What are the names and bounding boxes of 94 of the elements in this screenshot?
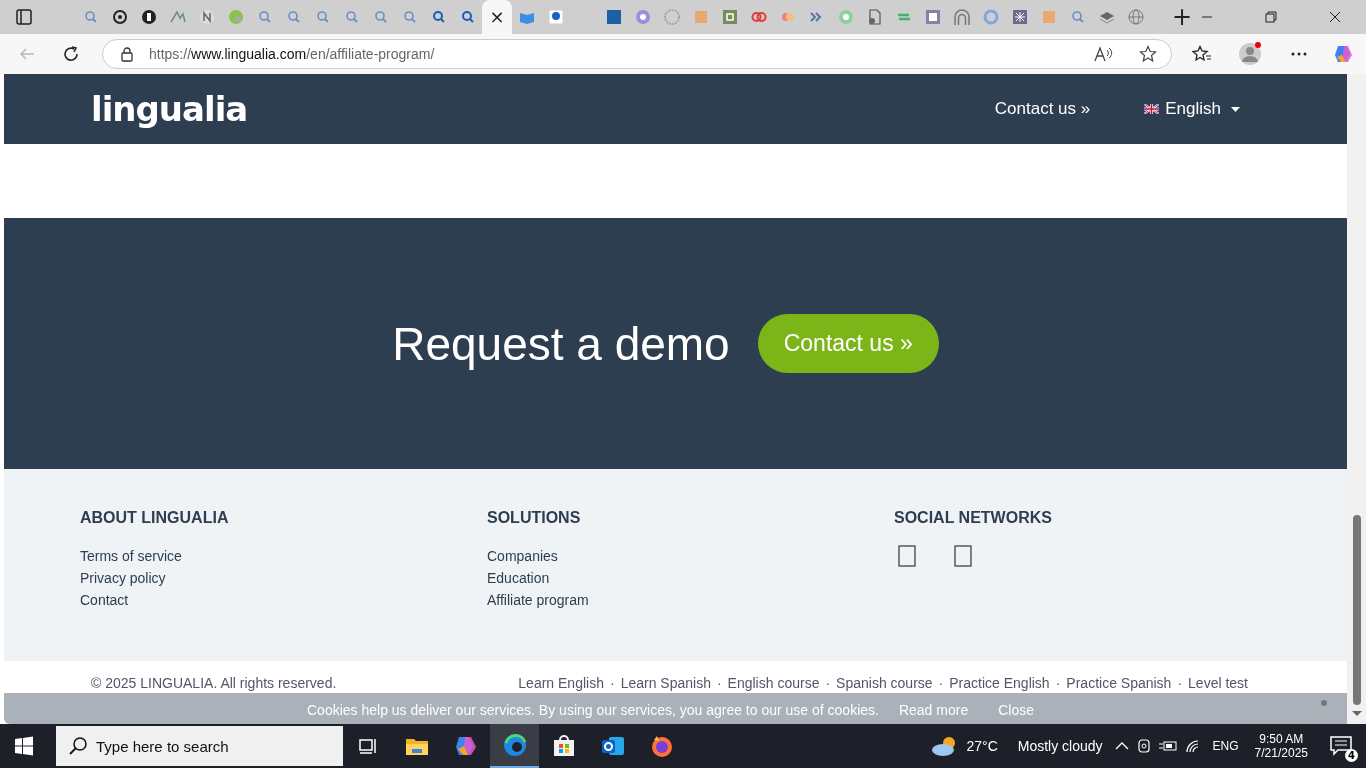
fox-browser-icon[interactable] (649, 734, 674, 758)
separator-dot: · (1177, 675, 1183, 691)
mail-icon[interactable] (600, 734, 625, 758)
dot-icon (1321, 700, 1327, 706)
footer-link[interactable]: Practice English (949, 675, 1050, 691)
footer-link[interactable]: Level test (1188, 675, 1248, 691)
search-icon (459, 9, 476, 25)
square-icon (1040, 9, 1057, 25)
footer-heading: SOCIAL NETWORKS (894, 509, 1053, 527)
footer-link[interactable]: English course (727, 675, 820, 691)
new-tab-button[interactable]: + (1172, 5, 1193, 29)
windows-start-icon[interactable] (14, 736, 34, 756)
site-logo[interactable]: lingualia (91, 92, 248, 126)
folder-icon[interactable] (404, 736, 429, 756)
search-icon (285, 9, 302, 25)
clock-time[interactable]: 9:50 AM (1259, 732, 1304, 746)
search-icon (372, 9, 389, 25)
browser-icon[interactable] (502, 733, 527, 757)
caret-icon (1231, 106, 1240, 112)
profile-avatar-icon[interactable] (1238, 42, 1262, 66)
weather-text[interactable]: Mostly cloudy (1017, 738, 1103, 754)
search-icon (314, 9, 331, 25)
circle-icon (198, 9, 215, 25)
search-icon (68, 736, 88, 756)
social-icon[interactable] (898, 545, 916, 567)
battery-icon[interactable] (1158, 739, 1177, 753)
arcs-icon (953, 9, 970, 25)
more-icon[interactable] (1290, 51, 1308, 57)
url-text: https://www.lingualia.com/en/affiliate-program/ (149, 46, 435, 62)
search-icon (256, 9, 273, 25)
wifi-icon[interactable] (1184, 739, 1201, 753)
restore-icon[interactable] (1264, 10, 1278, 24)
footer-heading: SOLUTIONS (487, 509, 582, 527)
contact-link[interactable]: Contact us » (994, 99, 1091, 119)
tab-actions-icon[interactable] (16, 9, 32, 25)
separator-dot: · (716, 675, 722, 691)
browser-tab[interactable]: × (482, 0, 512, 34)
clock-date[interactable]: 7/21/2025 (1254, 746, 1308, 760)
close-icon[interactable] (1328, 10, 1342, 24)
close-tab-button[interactable]: × (489, 8, 505, 26)
footer-link[interactable]: Companies (487, 545, 894, 567)
footer-heading: ABOUT LINGUALIA (80, 509, 230, 527)
chevron-up-icon[interactable] (1114, 741, 1129, 751)
footer-link[interactable]: Practice Spanish (1066, 675, 1172, 691)
cookie-message: Cookies help us deliver our services. By using our services, you agree to our use of cookies. (307, 702, 879, 718)
app-icon (605, 9, 622, 25)
language-indicator[interactable]: ENG (1212, 739, 1239, 753)
separator-dot: · (938, 675, 944, 691)
square-icon (721, 9, 738, 25)
refresh-icon[interactable] (62, 45, 80, 63)
footer-link[interactable]: Terms of service (80, 545, 487, 567)
store-icon[interactable] (551, 734, 576, 758)
social-icon[interactable] (954, 545, 972, 567)
favorite-star-icon[interactable] (1139, 45, 1157, 63)
footer-link[interactable]: Learn English (518, 675, 604, 691)
camera-icon[interactable] (1136, 737, 1151, 755)
square-icon (924, 9, 941, 25)
read-aloud-icon[interactable] (1093, 45, 1113, 63)
footer-link[interactable]: Contact (80, 589, 487, 611)
taskbar-search-field[interactable]: Type here to search (56, 726, 343, 766)
separator-dot: · (1055, 675, 1061, 691)
search-icon (82, 9, 99, 25)
footer-link[interactable]: Learn Spanish (620, 675, 711, 691)
search-icon (430, 9, 447, 25)
ring-icon (982, 9, 999, 25)
language-dropdown[interactable]: English (1144, 99, 1240, 119)
scrollbar[interactable] (1347, 74, 1366, 724)
layers-icon (1098, 9, 1115, 25)
favorites-icon[interactable] (1192, 45, 1212, 63)
notification-count-badge: 4 (1345, 749, 1358, 762)
circle-icon (634, 9, 651, 25)
circle-icon (837, 9, 854, 25)
flag-icon (1144, 104, 1160, 114)
search-icon (343, 9, 360, 25)
lock-icon (119, 46, 135, 62)
mountain-icon (169, 9, 186, 25)
footer-link[interactable]: Affiliate program (487, 589, 894, 611)
demo-heading: Request a demo (392, 316, 730, 371)
copilot-icon[interactable] (453, 735, 478, 757)
address-field[interactable]: https://www.lingualia.com/en/affiliate-program/ (102, 39, 1172, 69)
rings-icon (750, 9, 767, 25)
footer-link[interactable]: Privacy policy (80, 567, 487, 589)
copyright-text: © 2025 LINGUALIA. All rights reserved. (91, 675, 337, 691)
search-icon (1069, 9, 1086, 25)
document-icon (866, 9, 883, 25)
separator-dot: · (825, 675, 831, 691)
separator-dot: · (609, 675, 615, 691)
square-icon (692, 9, 709, 25)
temperature-text[interactable]: 27°C (966, 738, 998, 754)
search-icon (401, 9, 418, 25)
footer-link[interactable]: Spanish course (836, 675, 933, 691)
star-icon (1011, 9, 1028, 25)
footer-link[interactable]: Education (487, 567, 894, 589)
task-view-icon[interactable] (357, 736, 378, 756)
